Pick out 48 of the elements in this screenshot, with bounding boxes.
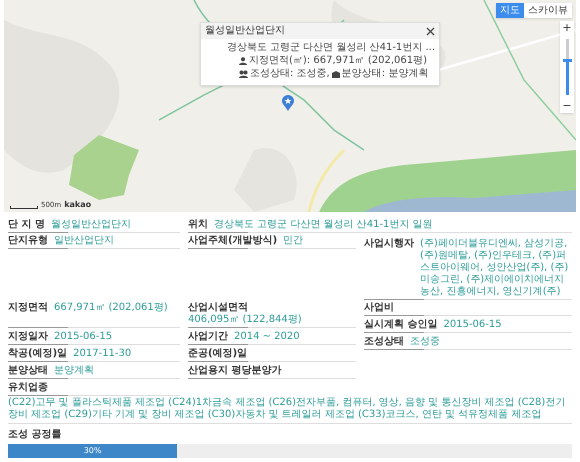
map-type-tab[interactable]: 스카이뷰 <box>524 3 572 18</box>
field-label: 분양상태 <box>8 365 48 377</box>
industry-list: (C22)고무 및 플라스틱제품 제조업 (C24)1차금속 제조업 (C26)전자부품, 컴퓨터, 영상, 음향 및 통신장비 제조업 (C28)전기장비 제조업 (C29)기타 기계 및 장비 제조업 (C30)자동차 및 트레일러 제조업 (C33)코크스, 연탄 및 석유정제품 제조업 <box>8 397 572 424</box>
field-label: 유치업종 <box>8 382 48 394</box>
field-value: 667,971㎡ (202,061평) <box>54 302 168 314</box>
field-label: 사업비 <box>364 302 394 314</box>
field-label: 조성상태 <box>364 336 404 348</box>
zoom-out-button[interactable]: − <box>562 99 572 113</box>
field-label: 사업주체(개발방식) <box>188 235 278 247</box>
person-icon <box>239 56 247 64</box>
popup-status: 조성상태: 조성중, <box>250 67 330 80</box>
field-value: 2015-06-15 <box>54 331 112 343</box>
field-value: 2015-06-15 <box>443 319 502 331</box>
field-label: 단 지 명 <box>8 219 45 231</box>
progress-label: 조성 공정률 <box>8 429 62 441</box>
popup-title: 월성일반산업단지 <box>205 25 285 37</box>
map-marker-icon[interactable] <box>282 95 294 111</box>
field-value: (주)페이더블유디엔씨, 삼성기공, (주)원메탈, (주)인우테크, (주)퍼스트아이웨어, 성안산업(주), (주)미송그린, (주)제이에이치에너지농산, 진흥에너지, 영신기계(주) <box>420 238 570 298</box>
field-value: 2014 ~ 2020 <box>234 331 300 343</box>
field-label: 단지유형 <box>8 235 48 247</box>
zoom-in-button[interactable]: + <box>562 21 572 35</box>
close-icon[interactable] <box>426 26 435 36</box>
field-value: 조성중 <box>410 336 440 348</box>
progress-reading: 30% <box>84 446 102 456</box>
field-label: 위치 <box>188 219 208 231</box>
field-label: 착공(예정)일 <box>8 348 68 360</box>
field-label: 준공(예정)일 <box>188 348 248 360</box>
map-logo: kakao <box>64 200 92 209</box>
field-label: 지정면적 <box>8 302 48 314</box>
field-value: 경상북도 고령군 다산면 월성리 산41-1번지 일원 <box>214 219 433 231</box>
field-label: 산업시설면적 <box>188 302 248 314</box>
field-value: 일반산업단지 <box>54 235 114 247</box>
popup-status: 분양상태: 분양계획 <box>342 67 428 80</box>
field-label: 지정일자 <box>8 331 48 343</box>
building-icon <box>332 70 340 78</box>
field-label: 산업용지 평당분양가 <box>188 365 282 377</box>
scale-bar <box>10 206 38 209</box>
field-label: 실시계획 승인일 <box>364 319 438 331</box>
people-icon <box>239 70 248 78</box>
field-label: 사업시행자 <box>364 238 414 249</box>
popup-address: 경상북도 고령군 다산면 월성리 산41-1번지 ... <box>226 41 435 54</box>
field-value: 분양계획 <box>54 365 94 377</box>
field-value: 2017-11-30 <box>73 348 132 360</box>
popup-area: 지정면적(㎡): 667,971㎡ (202,061평) <box>249 54 428 67</box>
field-value: 민간 <box>283 235 304 247</box>
field-label: 사업기간 <box>188 331 228 343</box>
field-value: 406,095㎡ (122,844평) <box>188 314 302 326</box>
field-value: 월성일반산업단지 <box>50 219 131 231</box>
